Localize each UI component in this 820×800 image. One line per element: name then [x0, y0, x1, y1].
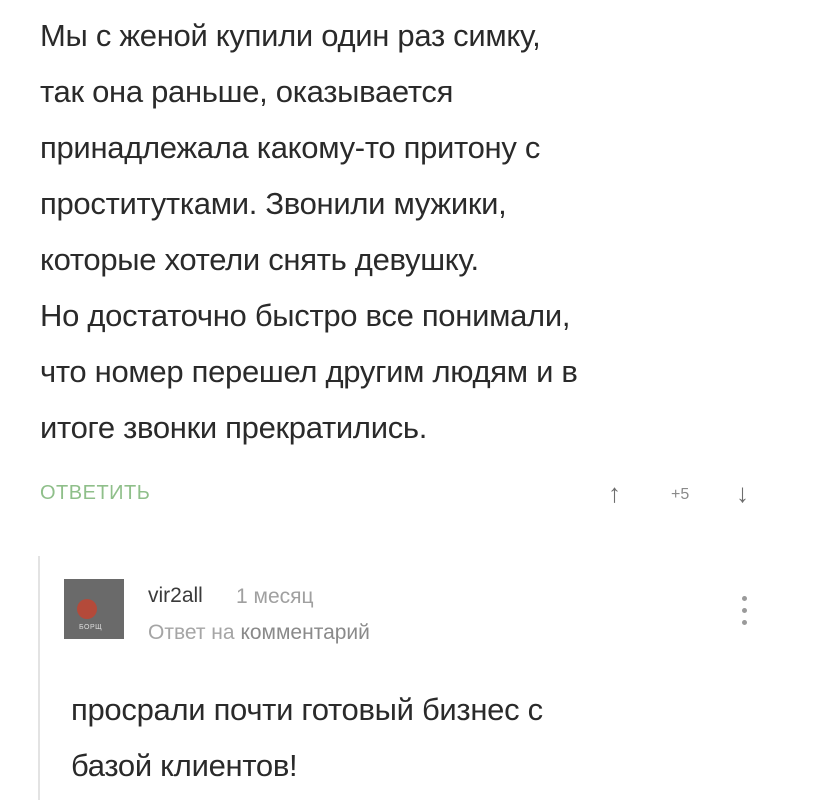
more-vertical-icon[interactable] [737, 596, 751, 634]
parent-comment-link[interactable]: комментарий [240, 621, 369, 644]
reply-text-line: просрали почти готовый бизнес с [71, 692, 543, 727]
reply-comment: БОРЩ vir2all 1 месяц Ответ на комментари… [38, 556, 810, 800]
comment-text: Мы с женой купили один раз симку, так он… [40, 8, 780, 456]
reply-context: Ответ на комментарий [148, 621, 370, 645]
reply-button[interactable]: ОТВЕТИТЬ [40, 482, 150, 505]
comment-text-line: так она раньше, оказывается [40, 74, 454, 109]
reply-time: 1 месяц [236, 585, 314, 608]
comment-text-line: итоге звонки прекратились. [40, 410, 428, 445]
comment-text-line: что номер перешел другим людям и в [40, 354, 578, 389]
comment-actions: ОТВЕТИТЬ ↑ +5 ↓ [40, 476, 770, 516]
avatar[interactable]: БОРЩ [64, 579, 124, 639]
comment-text-line: проститутками. Звонили мужики, [40, 186, 507, 221]
avatar-label: БОРЩ [79, 624, 103, 631]
comment-text-line: принадлежала какому-то притону с [40, 130, 541, 165]
arrow-up-icon[interactable]: ↑ [608, 478, 621, 509]
comment-text-line: Мы с женой купили один раз симку, [40, 18, 541, 53]
avatar-logo [77, 599, 97, 619]
comment: Мы с женой купили один раз симку, так он… [40, 8, 780, 456]
reply-context-prefix: Ответ на [148, 621, 235, 644]
arrow-down-icon[interactable]: ↓ [736, 478, 749, 509]
comment-text-line: Но достаточно быстро все понимали, [40, 298, 571, 333]
reply-text: просрали почти готовый бизнес с базой кл… [71, 682, 543, 794]
rating-count: +5 [671, 486, 690, 503]
reply-author[interactable]: vir2all [148, 584, 203, 608]
reply-text-line: базой клиентов! [71, 748, 298, 783]
comment-text-line: которые хотели снять девушку. [40, 242, 479, 277]
